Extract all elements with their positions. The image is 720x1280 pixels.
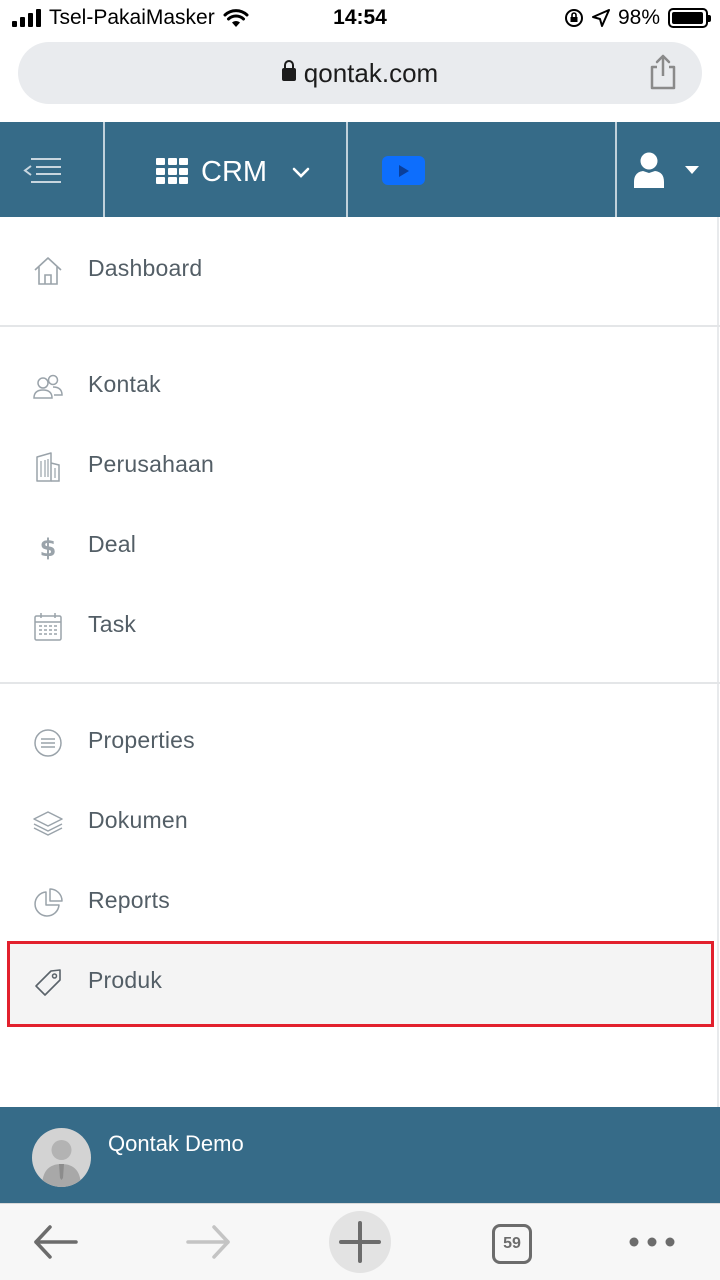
- video-tutorial-button[interactable]: [382, 156, 425, 185]
- user-menu-button[interactable]: [617, 122, 720, 217]
- sidebar-item-deal[interactable]: $ Deal: [0, 507, 720, 587]
- tabs-button[interactable]: 59: [492, 1224, 532, 1264]
- orientation-lock-icon: [564, 9, 583, 27]
- sidebar-item-label: Perusahaan: [88, 451, 215, 477]
- sidebar-item-label: Reports: [88, 887, 170, 913]
- divider: [0, 682, 720, 684]
- sidebar-item-dokumen[interactable]: Dokumen: [0, 783, 720, 863]
- pie-chart-icon: [34, 888, 63, 917]
- avatar-person-icon: [42, 1140, 81, 1187]
- calendar-icon: [34, 613, 62, 641]
- status-bar: Tsel-PakaiMasker 14:54 98%: [0, 0, 720, 36]
- sidebar-item-label: Task: [88, 611, 137, 637]
- new-tab-button[interactable]: [329, 1211, 391, 1273]
- caret-down-icon: [685, 166, 699, 174]
- lock-icon: [281, 60, 296, 81]
- avatar: [32, 1128, 91, 1187]
- list-circle-icon: [34, 729, 62, 757]
- layers-icon: [33, 811, 63, 836]
- divider: [0, 325, 720, 327]
- sidebar-item-perusahaan[interactable]: Perusahaan: [0, 427, 720, 507]
- url-text: qontak.com: [303, 58, 439, 88]
- svg-text:$: $: [40, 534, 57, 562]
- sidebar-item-label: Properties: [88, 727, 195, 753]
- sidebar-item-kontak[interactable]: Kontak: [0, 347, 720, 427]
- building-icon: [36, 452, 60, 482]
- sidebar-item-label: Produk: [88, 967, 163, 993]
- home-icon: [34, 257, 62, 285]
- collapse-menu-icon: [23, 158, 61, 183]
- location-icon: [591, 9, 610, 27]
- sidebar-item-produk[interactable]: Produk: [0, 943, 720, 1023]
- share-icon[interactable]: [648, 54, 678, 90]
- app-header: CRM: [0, 122, 720, 217]
- sidebar-item-label: Dashboard: [88, 255, 203, 281]
- sidebar-item-label: Deal: [88, 531, 137, 557]
- address-bar[interactable]: qontak.com: [18, 42, 702, 104]
- users-icon: [33, 374, 63, 399]
- back-arrow-icon[interactable]: [30, 1204, 82, 1280]
- more-dots-icon[interactable]: [626, 1204, 678, 1280]
- app-switcher[interactable]: CRM: [104, 122, 346, 217]
- collapse-menu-button[interactable]: [0, 122, 103, 217]
- sidebar-item-dashboard[interactable]: Dashboard: [0, 231, 720, 311]
- tag-icon: [35, 969, 61, 996]
- app-switcher-label: CRM: [201, 156, 268, 188]
- sidebar-item-label: Kontak: [88, 371, 161, 397]
- sidebar-item-label: Dokumen: [88, 807, 188, 833]
- forward-arrow-icon[interactable]: [182, 1204, 234, 1280]
- chevron-down-icon: [292, 167, 310, 178]
- sidebar-item-properties[interactable]: Properties: [0, 703, 720, 783]
- apps-grid-icon: [156, 158, 188, 184]
- sidebar-item-reports[interactable]: Reports: [0, 863, 720, 943]
- user-icon: [634, 152, 664, 188]
- browser-toolbar: 59: [0, 1203, 720, 1280]
- battery-icon: [668, 8, 711, 28]
- battery-percent: 98%: [617, 6, 660, 29]
- sidebar-item-task[interactable]: Task: [0, 587, 720, 667]
- plus-icon: [339, 1221, 381, 1263]
- user-name: Qontak Demo: [108, 1131, 244, 1156]
- user-footer[interactable]: Qontak Demo: [0, 1107, 720, 1203]
- dollar-icon: $: [40, 534, 57, 562]
